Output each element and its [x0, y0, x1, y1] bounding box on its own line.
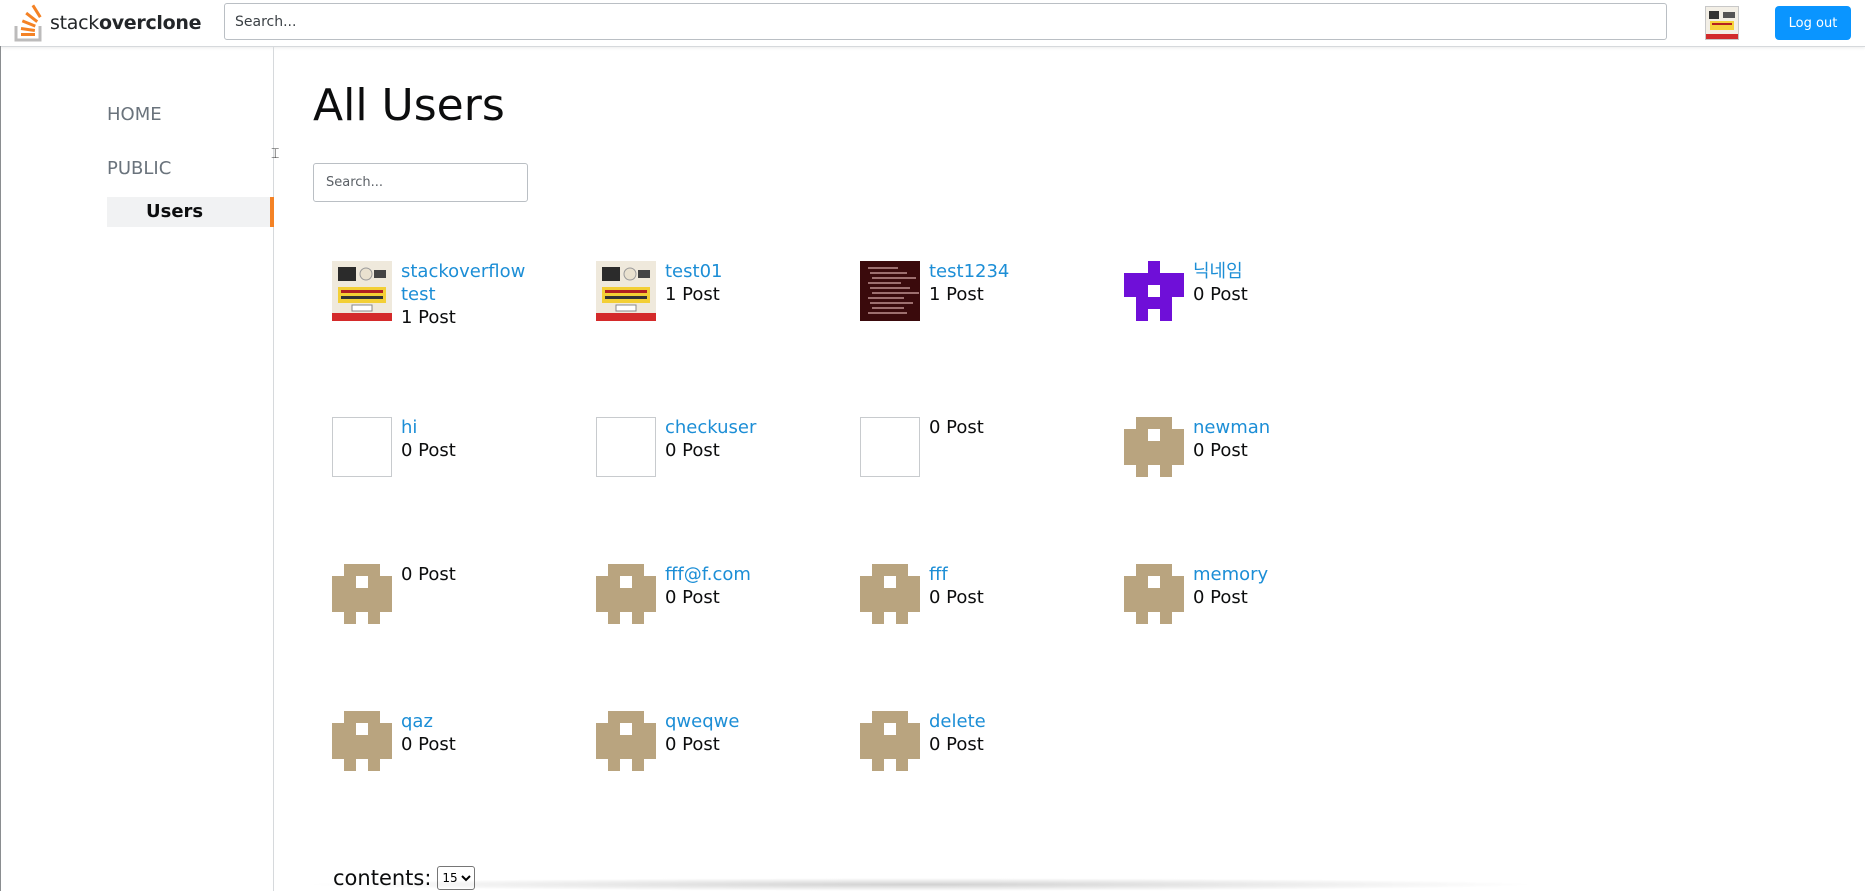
user-avatar[interactable]	[860, 711, 920, 771]
user-name-link[interactable]: 닉네임	[1193, 260, 1343, 283]
logout-button[interactable]: Log out	[1775, 6, 1851, 40]
user-info: newman 0 Post	[1193, 416, 1343, 462]
user-card[interactable]: checkuser 0 Post	[596, 416, 826, 496]
user-info: hi 0 Post	[401, 416, 551, 462]
user-post-count: 0 Post	[929, 734, 984, 755]
user-card[interactable]: 0 Post	[860, 416, 1090, 496]
user-avatar[interactable]	[596, 564, 656, 624]
user-post-count: 0 Post	[401, 440, 456, 461]
user-info: 닉네임 0 Post	[1193, 260, 1343, 306]
user-name-link[interactable]: delete	[929, 710, 1079, 733]
current-user-avatar[interactable]	[1705, 6, 1739, 40]
user-card[interactable]: fff 0 Post	[860, 563, 1090, 643]
user-card[interactable]: test1234 1 Post	[860, 260, 1090, 340]
user-card[interactable]: memory 0 Post	[1124, 563, 1354, 643]
user-post-count: 0 Post	[401, 734, 456, 755]
user-post-count: 1 Post	[665, 284, 720, 305]
user-info: qaz 0 Post	[401, 710, 551, 756]
user-post-count: 0 Post	[1193, 587, 1248, 608]
nav-users-link[interactable]: Users	[107, 197, 274, 227]
user-avatar[interactable]	[1124, 261, 1184, 321]
user-card[interactable]: delete 0 Post	[860, 710, 1090, 790]
user-name-link[interactable]: hi	[401, 416, 551, 439]
user-info: test1234 1 Post	[929, 260, 1079, 306]
user-name-link[interactable]: memory	[1193, 563, 1343, 586]
user-post-count: 0 Post	[665, 587, 720, 608]
user-card[interactable]: newman 0 Post	[1124, 416, 1354, 496]
user-avatar[interactable]	[860, 261, 920, 321]
user-info: fff@f.com 0 Post	[665, 563, 815, 609]
user-card[interactable]: qweqwe 0 Post	[596, 710, 826, 790]
left-sidebar: HOME PUBLIC Users	[0, 47, 274, 891]
user-info: test01 1 Post	[665, 260, 815, 306]
user-card[interactable]: qaz 0 Post	[332, 710, 562, 790]
user-card[interactable]: test01 1 Post	[596, 260, 826, 340]
user-avatar[interactable]	[596, 711, 656, 771]
user-post-count: 1 Post	[401, 307, 456, 328]
user-post-count: 0 Post	[929, 587, 984, 608]
user-avatar[interactable]	[332, 711, 392, 771]
user-post-count: 0 Post	[401, 564, 456, 585]
user-name-link[interactable]: stackoverflow test	[401, 260, 551, 306]
site-logo[interactable]: stackoverclone	[14, 4, 202, 42]
user-avatar[interactable]	[332, 564, 392, 624]
user-card[interactable]: 0 Post	[332, 563, 562, 643]
user-name-link[interactable]: qaz	[401, 710, 551, 733]
user-card[interactable]: stackoverflow test 1 Post	[332, 260, 562, 340]
user-name-link[interactable]: newman	[1193, 416, 1343, 439]
user-name-link[interactable]: fff	[929, 563, 1079, 586]
page-title: All Users	[313, 80, 505, 131]
user-avatar[interactable]	[1124, 564, 1184, 624]
user-post-count: 0 Post	[665, 734, 720, 755]
nav-home-link[interactable]: HOME	[107, 104, 162, 125]
bottom-shadow	[300, 878, 1540, 891]
user-avatar[interactable]	[596, 261, 656, 321]
user-info: 0 Post	[929, 416, 1079, 439]
user-card[interactable]: fff@f.com 0 Post	[596, 563, 826, 643]
user-avatar[interactable]	[596, 417, 656, 477]
header-search-input[interactable]	[224, 3, 1667, 40]
logo-prefix: stack	[50, 12, 99, 34]
user-info: delete 0 Post	[929, 710, 1079, 756]
user-name-link[interactable]: test1234	[929, 260, 1079, 283]
user-post-count: 0 Post	[929, 417, 984, 438]
user-info: qweqwe 0 Post	[665, 710, 815, 756]
user-info: fff 0 Post	[929, 563, 1079, 609]
text-cursor-icon: ⌶	[271, 146, 280, 162]
user-name-link[interactable]: fff@f.com	[665, 563, 815, 586]
nav-public-heading: PUBLIC	[107, 158, 172, 179]
logo-wordmark: stackoverclone	[50, 12, 202, 34]
user-card[interactable]: hi 0 Post	[332, 416, 562, 496]
user-post-count: 1 Post	[929, 284, 984, 305]
user-avatar[interactable]	[860, 417, 920, 477]
user-avatar[interactable]	[1124, 417, 1184, 477]
user-search-input[interactable]	[313, 163, 528, 202]
user-card[interactable]: 닉네임 0 Post	[1124, 260, 1354, 340]
user-name-link[interactable]: qweqwe	[665, 710, 815, 733]
user-name-link[interactable]: checkuser	[665, 416, 815, 439]
user-post-count: 0 Post	[665, 440, 720, 461]
top-bar: stackoverclone Log out	[0, 0, 1865, 47]
user-info: stackoverflow test 1 Post	[401, 260, 551, 329]
user-avatar[interactable]	[860, 564, 920, 624]
user-post-count: 0 Post	[1193, 284, 1248, 305]
user-info: memory 0 Post	[1193, 563, 1343, 609]
user-avatar[interactable]	[332, 417, 392, 477]
user-info: 0 Post	[401, 563, 551, 586]
user-post-count: 0 Post	[1193, 440, 1248, 461]
user-name-link[interactable]: test01	[665, 260, 815, 283]
user-info: checkuser 0 Post	[665, 416, 815, 462]
user-avatar[interactable]	[332, 261, 392, 321]
stack-logo-icon	[14, 4, 46, 42]
logo-name: overclone	[98, 12, 202, 34]
